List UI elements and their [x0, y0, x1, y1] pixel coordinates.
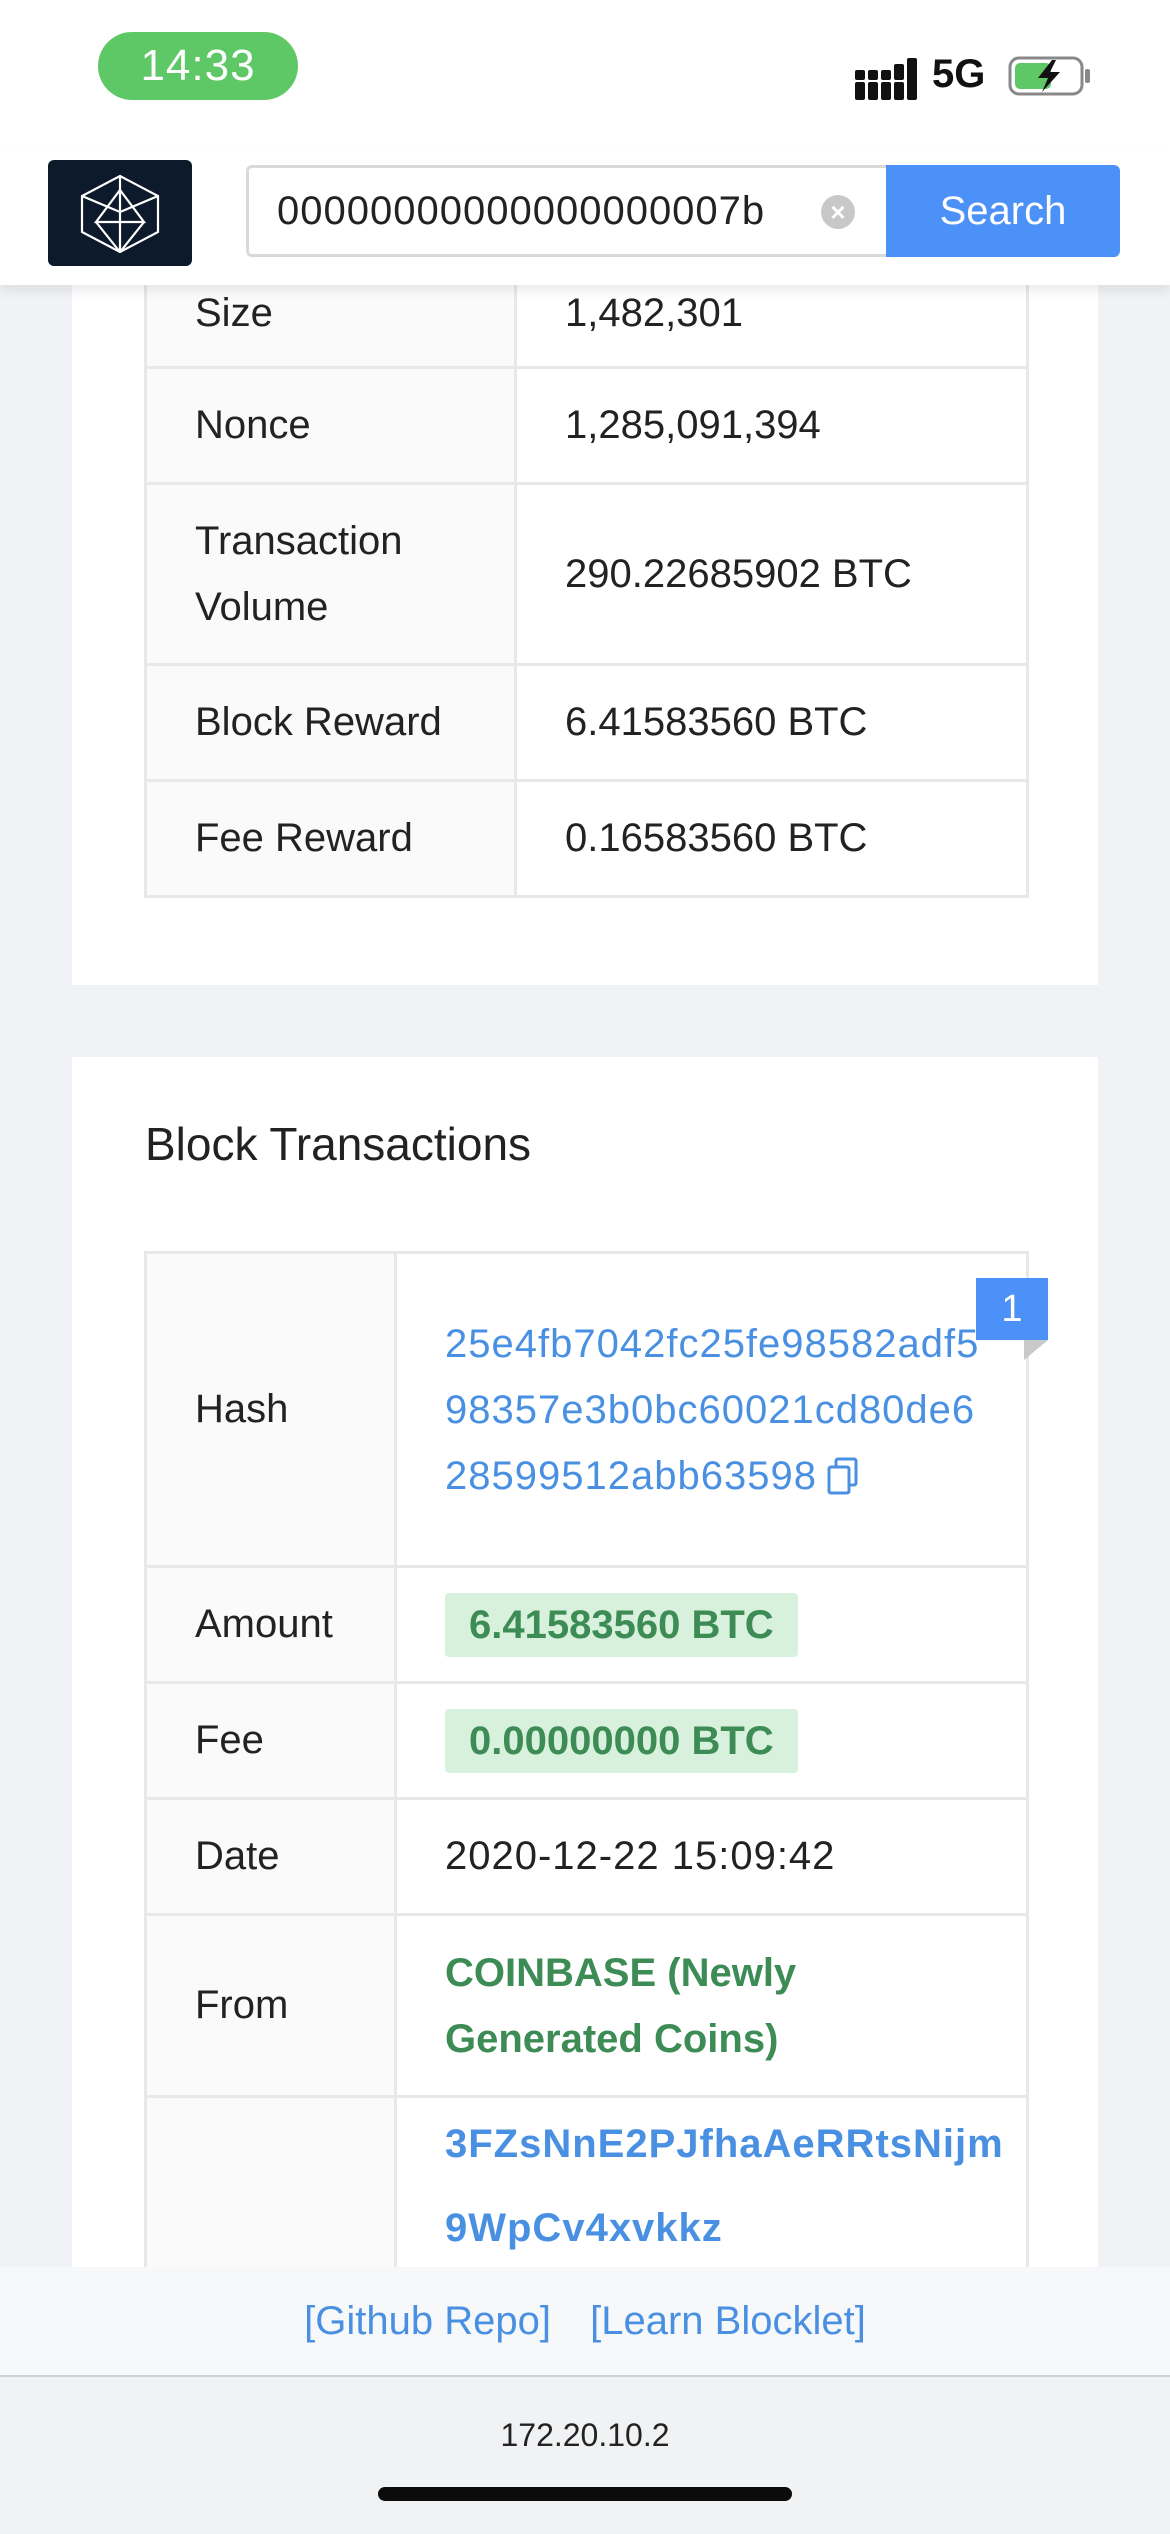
- table-row: Nonce 1,285,091,394: [144, 366, 1029, 485]
- transaction-table: Hash 25e4fb7042fc25fe98582adf598357e3b0b…: [144, 1251, 1029, 2298]
- section-title: Block Transactions: [145, 1118, 532, 1170]
- row-value: 6.41583560 BTC: [514, 663, 1029, 782]
- row-value: 290.22685902 BTC: [514, 482, 1029, 666]
- search-input[interactable]: 00000000000000000007b: [277, 168, 817, 254]
- to-address-link[interactable]: 3FZsNnE2PJfhaAeRRtsNijm9WpCv4xvkkz: [445, 2122, 1004, 2250]
- table-row: From COINBASE (Newly Generated Coins): [144, 1913, 1029, 2098]
- status-time: 14:33: [98, 32, 298, 100]
- battery-charging-icon: [1008, 56, 1090, 96]
- row-value: 6.41583560 BTC: [394, 1565, 1029, 1684]
- table-row: Fee 0.00000000 BTC: [144, 1681, 1029, 1800]
- table-row: Date 2020-12-22 15:09:42: [144, 1797, 1029, 1916]
- row-value: 1,285,091,394: [514, 366, 1029, 485]
- footer-links: [Github Repo] [Learn Blocklet]: [0, 2267, 1170, 2375]
- row-label-text: Transaction Volume: [195, 519, 403, 629]
- browser-url-bar: 172.20.10.2: [0, 2375, 1170, 2534]
- row-label: Block Reward: [144, 663, 517, 782]
- app-header: 00000000000000000007b × Search: [0, 150, 1170, 285]
- table-row: Block Reward 6.41583560 BTC: [144, 663, 1029, 782]
- row-label: Fee: [144, 1681, 397, 1800]
- copy-icon[interactable]: [827, 1457, 859, 1495]
- blocklet-logo[interactable]: [48, 160, 192, 266]
- table-row: Fee Reward 0.16583560 BTC: [144, 779, 1029, 898]
- status-bar: 14:33 5G: [0, 0, 1170, 150]
- fee-badge: 0.00000000 BTC: [445, 1708, 798, 1773]
- search-button[interactable]: Search: [886, 165, 1120, 257]
- row-label: Amount: [144, 1565, 397, 1684]
- row-label: Date: [144, 1797, 397, 1916]
- row-value: 2020-12-22 15:09:42: [394, 1797, 1029, 1916]
- learn-blocklet-link[interactable]: [Learn Blocklet]: [590, 2299, 866, 2343]
- from-coinbase: COINBASE (Newly Generated Coins): [445, 1950, 797, 2061]
- transaction-hash-link[interactable]: 25e4fb7042fc25fe98582adf598357e3b0bc6002…: [445, 1322, 979, 1498]
- table-row: Amount 6.41583560 BTC: [144, 1565, 1029, 1684]
- network-type: 5G: [932, 52, 986, 96]
- row-label: Hash: [144, 1251, 397, 1568]
- row-label: Transaction Volume: [144, 482, 517, 666]
- table-row: Transaction Volume 290.22685902 BTC: [144, 482, 1029, 666]
- clear-icon[interactable]: ×: [821, 195, 855, 229]
- row-label: From: [144, 1913, 397, 2098]
- logo-icon: [80, 174, 160, 254]
- row-value: 0.00000000 BTC: [394, 1681, 1029, 1800]
- amount-badge: 6.41583560 BTC: [445, 1592, 798, 1657]
- url-text[interactable]: 172.20.10.2: [0, 2417, 1170, 2454]
- block-details-table: Size 1,482,301 Nonce 1,285,091,394 Trans…: [144, 250, 1029, 898]
- row-value: 25e4fb7042fc25fe98582adf598357e3b0bc6002…: [394, 1251, 1029, 1568]
- row-label: Fee Reward: [144, 779, 517, 898]
- github-repo-link[interactable]: [Github Repo]: [304, 2299, 551, 2343]
- row-label: Nonce: [144, 366, 517, 485]
- badge-fold: [1024, 1340, 1048, 1360]
- row-value: 0.16583560 BTC: [514, 779, 1029, 898]
- search-box: 00000000000000000007b ×: [246, 165, 886, 257]
- block-details-card: Size 1,482,301 Nonce 1,285,091,394 Trans…: [72, 250, 1098, 985]
- table-row: Hash 25e4fb7042fc25fe98582adf598357e3b0b…: [144, 1251, 1029, 1568]
- row-value: COINBASE (Newly Generated Coins): [394, 1913, 1029, 2098]
- home-indicator[interactable]: [378, 2487, 792, 2501]
- transaction-index-badge: 1: [976, 1278, 1048, 1340]
- cellular-signal-icon: [855, 58, 917, 100]
- block-transactions-card: Block Transactions Hash 25e4fb7042fc25fe…: [72, 1057, 1098, 2357]
